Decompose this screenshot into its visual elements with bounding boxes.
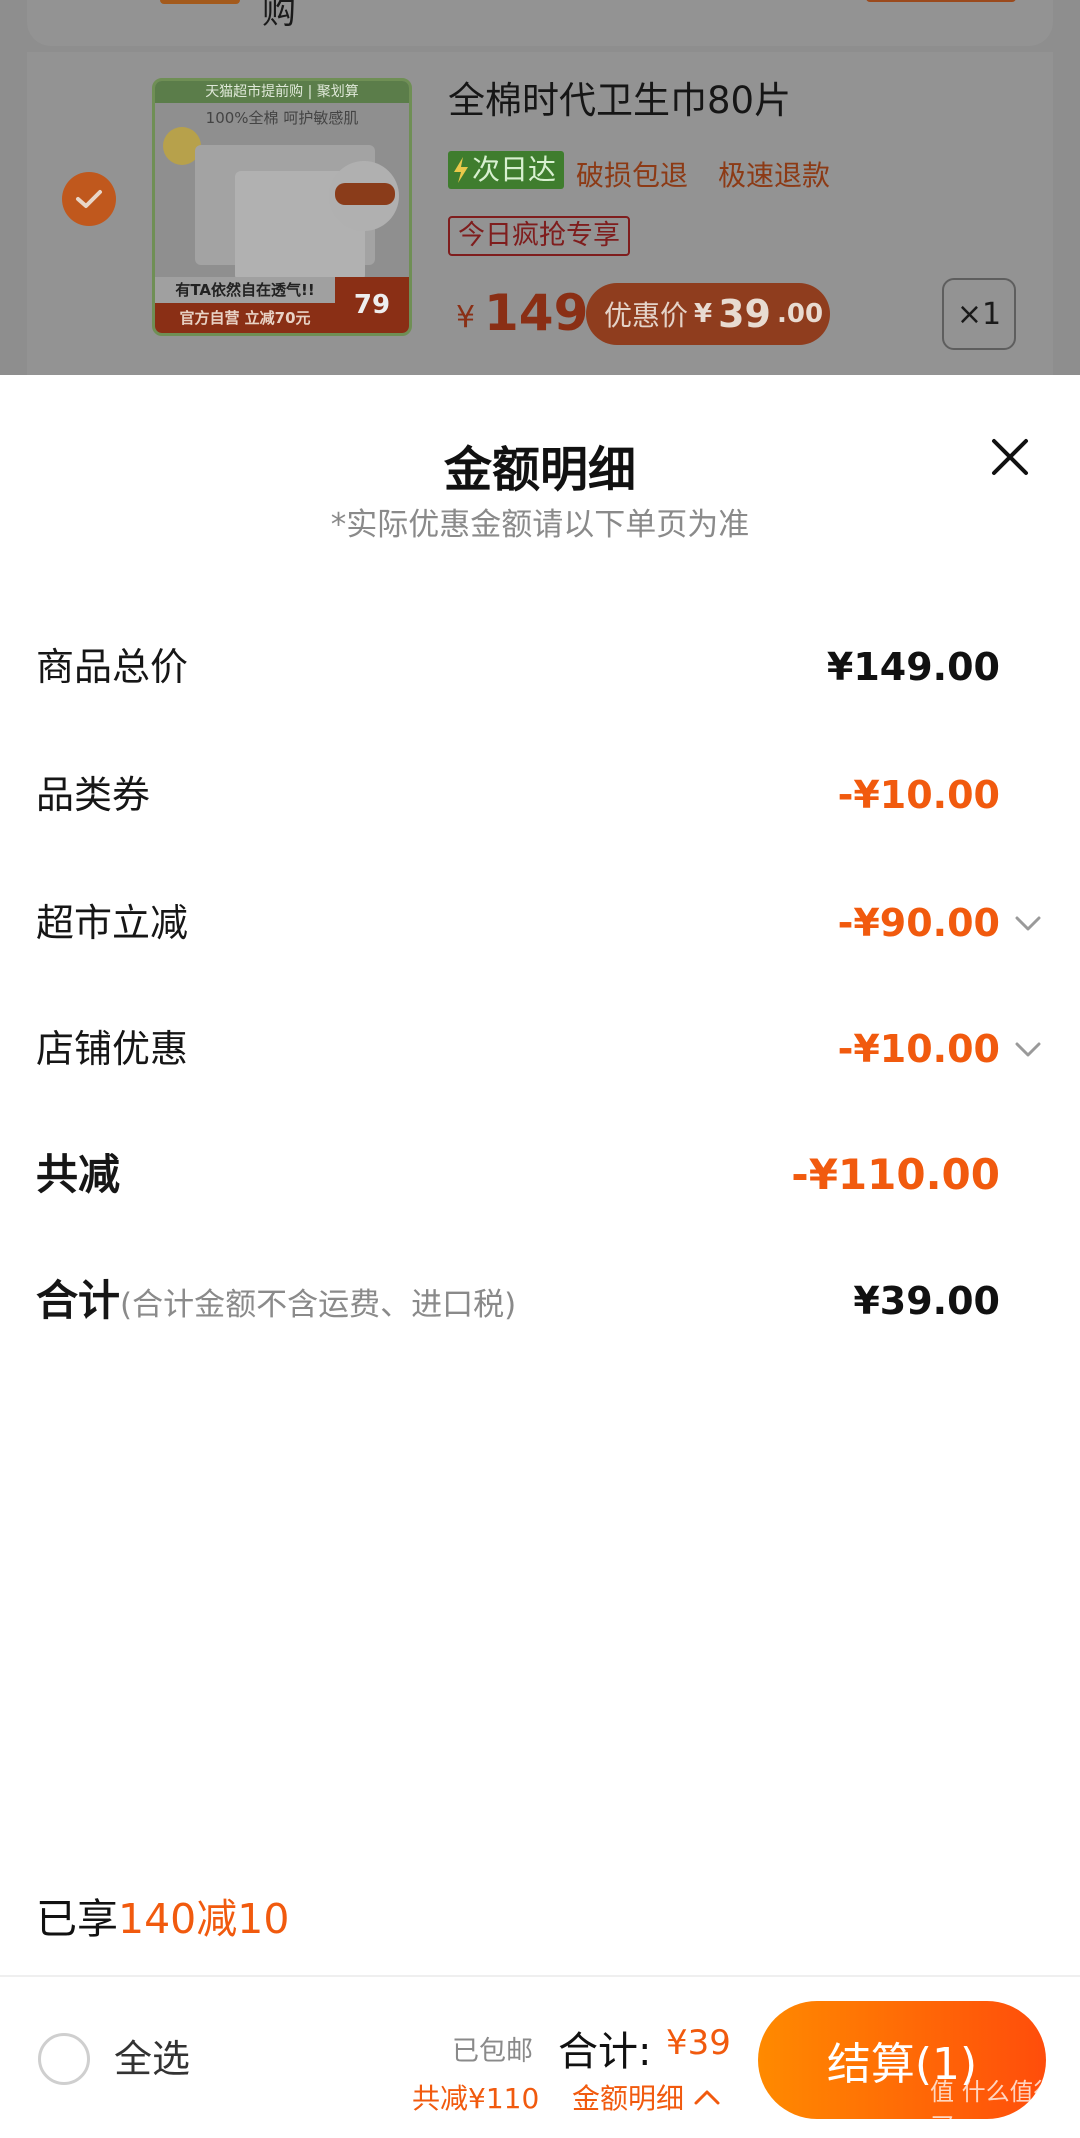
row-value: ¥149.00 [826,645,1000,689]
shop-text: 购 [262,0,296,32]
product-title[interactable]: 全棉时代卫生巾80片 [448,70,791,124]
quantity-stepper[interactable]: ×1 [942,278,1016,350]
total-label: 合计: [558,2029,652,2075]
product-image-price: 79 [335,277,409,333]
close-icon [992,439,1028,475]
row-label-group: 合计(合计金额不含运费、进口税) [36,1271,516,1335]
promo-price-int: 39 [718,292,771,336]
row-label: 共减 [36,1150,121,1199]
row-label: 店铺优惠 [36,1027,189,1071]
previous-shop-card [27,0,1053,46]
price-symbol: ¥ [456,300,476,335]
product-image-banner: 天猫超市提前购 | 聚划算 [155,81,409,103]
row-goods-total: 商品总价 ¥149.00 [36,637,1044,697]
row-supermarket-discount[interactable]: 超市立减 -¥90.00 [36,893,1044,953]
total-value: ¥39 [666,2023,731,2063]
row-value: -¥90.00 [837,901,1000,945]
row-category-coupon: 品类券 -¥10.00 [36,765,1044,825]
product-badge-price [335,183,395,205]
product-price: 149 [484,284,589,342]
cart-overlay-dimmed[interactable]: 购 天猫超市提前购 | 聚划算 100%全棉 呵护敏感肌 有TA依然自在透气!!… [0,0,1080,375]
free-shipping-label: 已包邮 [452,2036,533,2067]
reduced-amount: 共减¥110 [412,2082,540,2115]
chevron-down-icon[interactable] [1012,1033,1044,1065]
promo-price-pill: 优惠价 ¥ 39 .00 [586,283,830,345]
product-slogan: 有TA依然自在透气!! [155,277,335,303]
promo-price-dec: .00 [777,299,824,329]
grand-total-label: 合计 [36,1276,121,1325]
sheet-title: 金额明细 [443,442,636,498]
row-shop-discount[interactable]: 店铺优惠 -¥10.00 [36,1019,1044,1079]
product-image-line: 100%全棉 呵护敏感肌 [205,109,359,127]
next-day-label: 次日达 [472,153,557,186]
item-checkbox[interactable] [62,172,116,226]
select-all-label[interactable]: 全选 [114,2033,190,2085]
row-label: 品类券 [36,773,151,817]
sheet-subtitle: *实际优惠金额请以下单页为准 [330,507,750,543]
lightning-icon [454,157,468,183]
product-image[interactable]: 天猫超市提前购 | 聚划算 100%全棉 呵护敏感肌 有TA依然自在透气!! 官… [152,78,412,336]
enjoyed-value: 140减10 [118,1895,290,1943]
amount-detail-label: 金额明细 [572,2082,685,2115]
row-label: 超市立减 [36,901,189,945]
grand-total-note: (合计金额不含运费、进口税) [120,1287,517,1323]
row-total-reduction: 共减 -¥110.00 [36,1145,1044,1205]
today-deal-tag: 今日疯抢专享 [448,216,630,256]
promo-label: 优惠价 [604,299,689,332]
select-all-radio[interactable] [38,2033,90,2085]
watermark: 值 什么值得买 [930,2078,1058,2138]
row-value: -¥110.00 [791,1150,1000,1199]
check-icon [76,190,102,208]
row-value: -¥10.00 [837,1027,1000,1071]
row-value: -¥10.00 [837,773,1000,817]
checkout-bar: 全选 已包邮 合计: ¥39 共减¥110 金额明细 结算(1) [0,1975,1080,2138]
next-day-tag: 次日达 [448,151,565,189]
close-button[interactable] [988,435,1032,479]
promo-symbol: ¥ [694,299,713,329]
amount-detail-sheet: 金额明细 *实际优惠金额请以下单页为准 商品总价 ¥149.00 品类券 -¥1… [0,375,1080,2138]
enjoyed-prefix: 已享 [36,1895,118,1943]
chevron-up-icon [694,2090,720,2105]
shop-logo [160,0,240,4]
row-label: 商品总价 [36,645,189,689]
shop-link [866,0,1016,2]
enjoyed-promo: 已享140减10 [36,1885,289,1945]
product-store-label: 官方自营 立减70元 [155,303,335,333]
row-grand-total: 合计(合计金额不含运费、进口税) ¥39.00 [36,1271,1044,1331]
fast-refund-tag: 极速退款 [718,159,831,192]
damage-refund-tag: 破损包退 [576,159,689,192]
chevron-down-icon[interactable] [1012,907,1044,939]
amount-detail-toggle[interactable]: 金额明细 [572,2077,722,2117]
row-value: ¥39.00 [853,1279,1000,1323]
